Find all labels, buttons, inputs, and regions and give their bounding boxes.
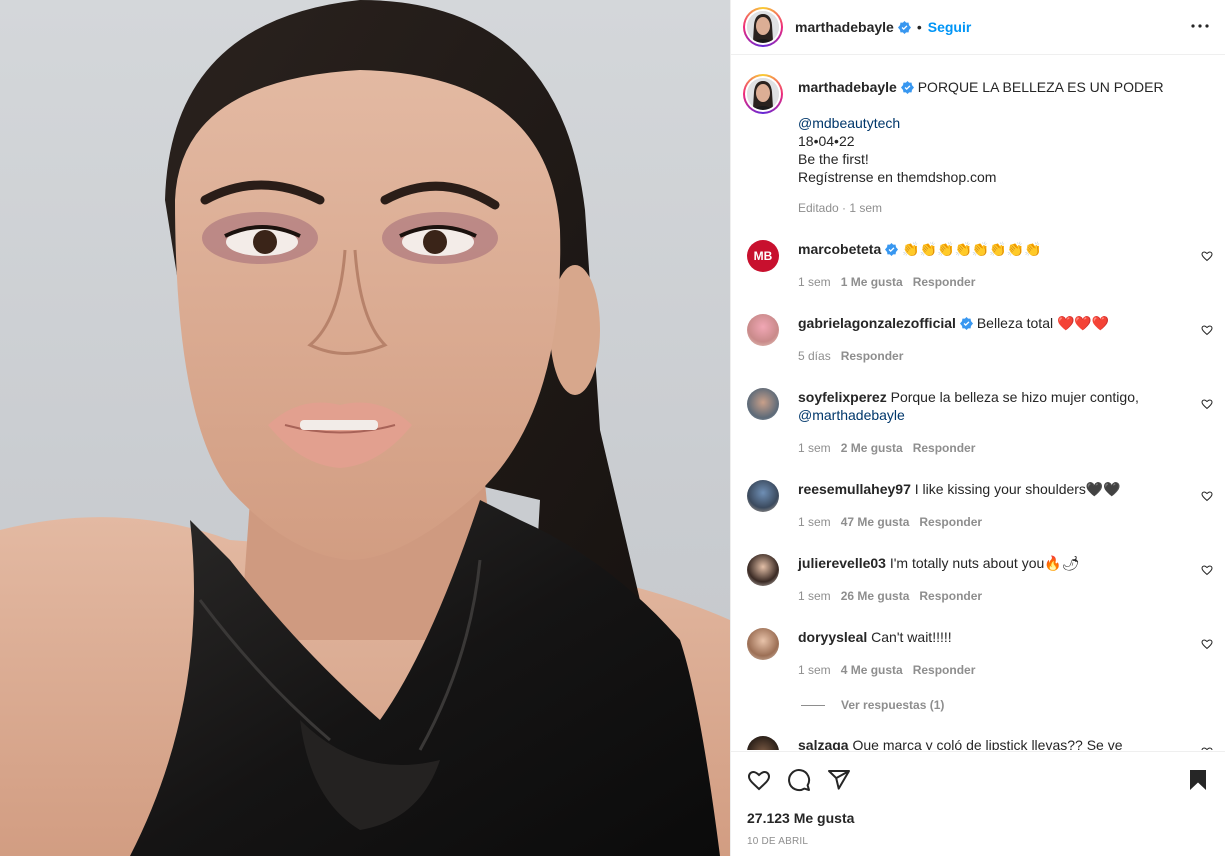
- caption-line-be-first: Be the first!: [798, 151, 869, 167]
- comment-avatar[interactable]: [747, 628, 779, 660]
- comment-meta: 1 sem 2 Me gusta Responder: [798, 441, 975, 455]
- share-icon[interactable]: [827, 768, 851, 792]
- comment-meta: 1 sem 47 Me gusta Responder: [798, 515, 982, 529]
- post-detail-panel: marthadebayle • Seguir marthadebayle POR…: [730, 0, 1225, 856]
- comment-time: 1 sem: [798, 275, 831, 289]
- comment-likes[interactable]: 4 Me gusta: [841, 663, 903, 677]
- comment-time: 1 sem: [798, 441, 831, 455]
- comment-text: Porque la belleza se hizo mujer contigo,: [890, 389, 1139, 405]
- caption-line-date: 18•04•22: [798, 133, 855, 149]
- caption-text: marthadebayle PORQUE LA BELLEZA ES UN PO…: [798, 78, 1198, 217]
- caption-line-1: PORQUE LA BELLEZA ES UN PODER: [917, 79, 1164, 95]
- view-replies-button[interactable]: Ver respuestas (1): [801, 698, 944, 712]
- verified-badge-icon: [959, 317, 973, 330]
- heart-icon[interactable]: [747, 768, 771, 792]
- post-actions: 27.123 Me gusta 10 DE ABRIL: [731, 751, 1225, 856]
- caption-meta: Editado · 1 sem: [798, 201, 883, 215]
- reply-button[interactable]: Responder: [841, 349, 904, 363]
- comment-avatar[interactable]: MB: [747, 240, 779, 272]
- heart-icon[interactable]: [1201, 324, 1213, 336]
- comment-username[interactable]: marcobeteta: [798, 241, 881, 257]
- comment-username[interactable]: reesemullahey97: [798, 481, 911, 497]
- reply-button[interactable]: Responder: [919, 515, 982, 529]
- caption-avatar[interactable]: [743, 74, 783, 114]
- reply-button[interactable]: Responder: [919, 589, 982, 603]
- comment-likes[interactable]: 26 Me gusta: [841, 589, 910, 603]
- comment-username[interactable]: salzaga: [798, 737, 849, 750]
- heart-icon[interactable]: [1201, 638, 1213, 650]
- comment-meta: 1 sem 26 Me gusta Responder: [798, 589, 982, 603]
- heart-icon[interactable]: [1201, 250, 1213, 262]
- caption-line-register: Regístrense en themdshop.com: [798, 169, 997, 185]
- more-options-icon[interactable]: [1188, 14, 1212, 38]
- comments-scroll-area[interactable]: marthadebayle PORQUE LA BELLEZA ES UN PO…: [731, 56, 1225, 750]
- reply-button[interactable]: Responder: [913, 663, 976, 677]
- comment-likes[interactable]: 1 Me gusta: [841, 275, 903, 289]
- comment-meta: 5 días Responder: [798, 349, 903, 363]
- comment-icon[interactable]: [787, 768, 811, 792]
- comment-username[interactable]: doryysleal: [798, 629, 867, 645]
- reply-button[interactable]: Responder: [913, 441, 976, 455]
- comment-username[interactable]: gabrielagonzalezofficial: [798, 315, 956, 331]
- heart-icon[interactable]: [1201, 490, 1213, 502]
- comment-avatar[interactable]: [747, 388, 779, 420]
- post-image[interactable]: [0, 0, 730, 856]
- reply-button[interactable]: Responder: [913, 275, 976, 289]
- header-username[interactable]: marthadebayle: [795, 19, 894, 35]
- profile-avatar[interactable]: [743, 7, 783, 47]
- comment-time: 1 sem: [798, 515, 831, 529]
- replies-divider: [801, 704, 825, 706]
- comment-text: I'm totally nuts about you🔥🌶: [889, 555, 1080, 571]
- follow-button[interactable]: Seguir: [928, 19, 972, 35]
- comment-username[interactable]: julierevelle03: [798, 555, 886, 571]
- comment-mention[interactable]: @marthadebayle: [798, 407, 905, 423]
- comment-avatar[interactable]: [747, 480, 779, 512]
- comment-avatar[interactable]: [747, 736, 779, 750]
- comment-text: 👏👏👏👏👏👏👏👏: [902, 241, 1042, 257]
- comment-avatar[interactable]: [747, 314, 779, 346]
- verified-badge-icon: [897, 20, 911, 34]
- post-date: 10 DE ABRIL: [747, 836, 809, 847]
- comment-time: 1 sem: [798, 663, 831, 677]
- verified-badge-icon: [900, 81, 914, 94]
- caption-username[interactable]: marthadebayle: [798, 79, 897, 95]
- bookmark-icon[interactable]: [1186, 768, 1210, 792]
- avatar-image: [747, 11, 779, 43]
- comment-meta: 1 sem 1 Me gusta Responder: [798, 275, 975, 289]
- comment-likes[interactable]: 2 Me gusta: [841, 441, 903, 455]
- separator-dot: •: [916, 19, 922, 35]
- post-header: marthadebayle • Seguir: [731, 0, 1225, 55]
- comment-text: I like kissing your shoulders🖤🖤: [914, 481, 1121, 497]
- caption-mention[interactable]: @mdbeautytech: [798, 114, 1198, 132]
- portrait-illustration: [0, 0, 730, 856]
- heart-icon[interactable]: [1201, 564, 1213, 576]
- view-replies-label: Ver respuestas (1): [841, 698, 945, 712]
- comment-likes[interactable]: 47 Me gusta: [841, 515, 910, 529]
- comment-avatar[interactable]: [747, 554, 779, 586]
- verified-badge-icon: [885, 243, 899, 256]
- comment-username[interactable]: soyfelixperez: [798, 389, 887, 405]
- heart-icon[interactable]: [1201, 746, 1213, 750]
- comment-text: Belleza total ❤️❤️❤️: [976, 315, 1110, 331]
- likes-count[interactable]: 27.123 Me gusta: [747, 810, 854, 826]
- comment-time: 5 días: [798, 349, 831, 363]
- avatar-image: [747, 78, 779, 110]
- comment-time: 1 sem: [798, 589, 831, 603]
- heart-icon[interactable]: [1201, 398, 1213, 410]
- comment-meta: 1 sem 4 Me gusta Responder: [798, 663, 975, 677]
- comment-text: Can't wait!!!!!: [871, 629, 952, 645]
